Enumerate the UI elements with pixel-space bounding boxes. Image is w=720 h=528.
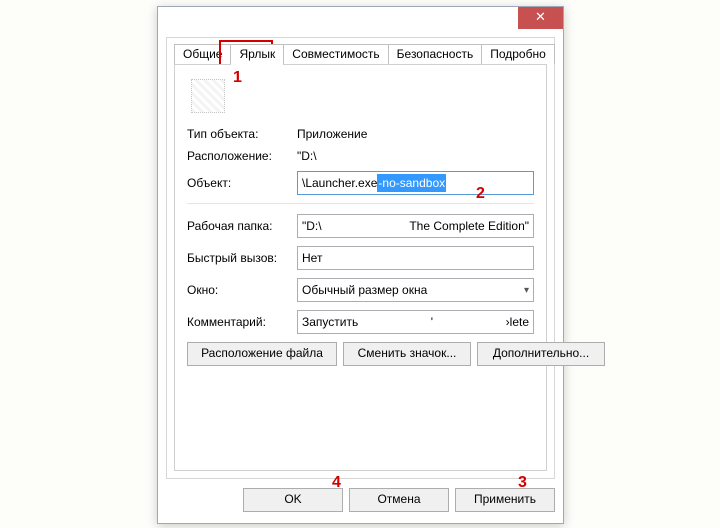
advanced-button[interactable]: Дополнительно...: [477, 342, 605, 366]
select-window-mode[interactable]: Обычный размер окна ▾: [297, 278, 534, 302]
properties-dialog: ✕ Общие Ярлык Совместимость Безопасность…: [157, 6, 564, 524]
input-target[interactable]: \Launcher.exe -no-sandbox: [297, 171, 534, 195]
tab-strip: Общие Ярлык Совместимость Безопасность П…: [174, 44, 554, 64]
shortcut-icon: [191, 79, 225, 113]
tab-shortcut[interactable]: Ярлык: [230, 44, 284, 64]
titlebar: ✕: [158, 7, 563, 35]
shortcutkey-value: Нет: [302, 249, 322, 267]
input-workdir[interactable]: "D:\ The Complete Edition": [297, 214, 534, 238]
label-shortcutkey: Быстрый вызов:: [187, 251, 297, 265]
apply-button[interactable]: Применить: [455, 488, 555, 512]
close-icon: ✕: [535, 9, 546, 24]
label-type: Тип объекта:: [187, 127, 297, 141]
action-button-row: Расположение файла Сменить значок... Доп…: [187, 342, 534, 366]
dialog-footer: OK Отмена Применить: [166, 485, 555, 515]
tab-general[interactable]: Общие: [174, 44, 231, 64]
tab-details[interactable]: Подробно: [481, 44, 555, 64]
dialog-inner: Общие Ярлык Совместимость Безопасность П…: [166, 37, 555, 479]
chevron-down-icon: ▾: [524, 285, 529, 296]
input-comment[interactable]: Запустить ' ›lete: [297, 310, 534, 334]
label-comment: Комментарий:: [187, 315, 297, 329]
target-prefix: \Launcher.exe: [302, 174, 377, 192]
comment-mid: ': [431, 313, 433, 331]
value-type: Приложение: [297, 127, 534, 141]
tab-compatibility[interactable]: Совместимость: [283, 44, 388, 64]
cancel-button[interactable]: Отмена: [349, 488, 449, 512]
workdir-left: "D:\: [302, 217, 322, 235]
workdir-right: The Complete Edition": [409, 217, 529, 235]
label-workdir: Рабочая папка:: [187, 219, 297, 233]
tab-panel-shortcut: Тип объекта: Приложение Расположение: "D…: [174, 64, 547, 471]
separator: [187, 203, 534, 204]
comment-left: Запустить: [302, 313, 358, 331]
input-shortcutkey[interactable]: Нет: [297, 246, 534, 270]
label-location: Расположение:: [187, 149, 297, 163]
close-button[interactable]: ✕: [518, 7, 563, 29]
tab-security[interactable]: Безопасность: [388, 44, 483, 64]
ok-button[interactable]: OK: [243, 488, 343, 512]
label-window: Окно:: [187, 283, 297, 297]
open-file-location-button[interactable]: Расположение файла: [187, 342, 337, 366]
value-location: "D:\: [297, 149, 534, 163]
label-target: Объект:: [187, 176, 297, 190]
change-icon-button[interactable]: Сменить значок...: [343, 342, 471, 366]
comment-right: ›lete: [506, 313, 529, 331]
select-window-value: Обычный размер окна: [302, 283, 427, 297]
target-selected-text: -no-sandbox: [377, 174, 446, 192]
